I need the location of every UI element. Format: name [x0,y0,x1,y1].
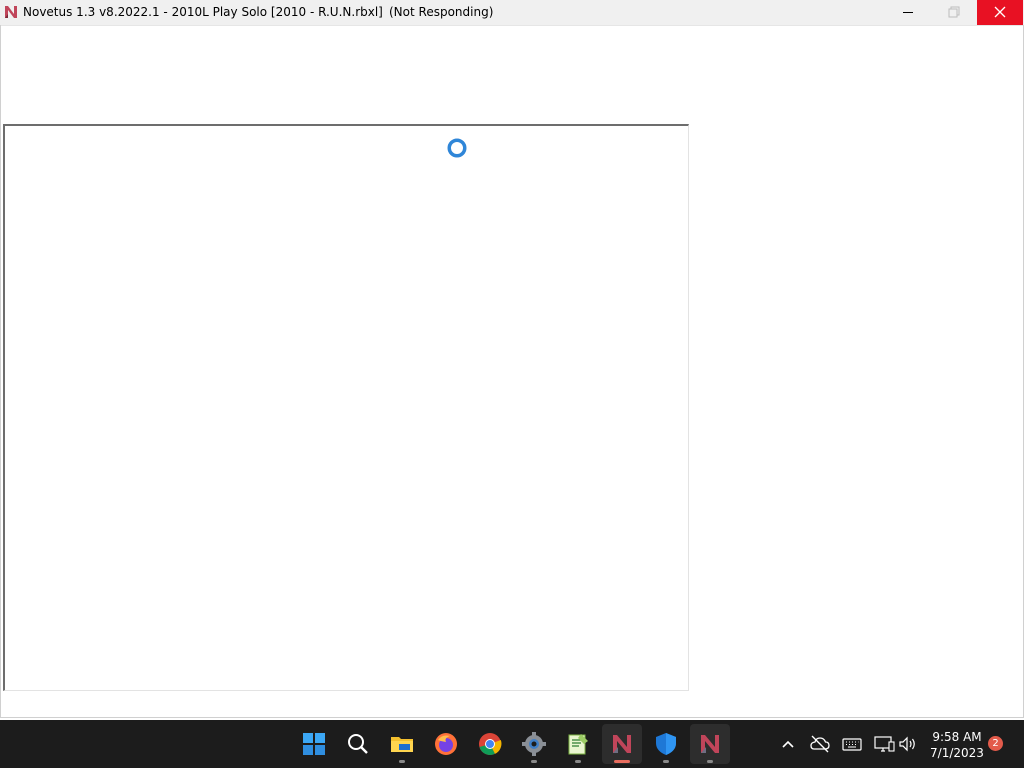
running-indicator [531,760,537,763]
novetus-icon [701,735,719,753]
close-button[interactable] [977,0,1023,25]
window-title: Novetus 1.3 v8.2022.1 - 2010L Play Solo … [23,5,383,19]
chevron-up-icon[interactable] [776,732,800,756]
running-indicator [399,760,405,763]
network-icon[interactable] [872,732,896,756]
maximize-button[interactable] [931,0,977,25]
volume-icon[interactable] [896,732,920,756]
firefox-icon [435,733,457,755]
gear-icon [522,732,546,756]
minimize-button[interactable] [885,0,931,25]
taskbar-novetus-player[interactable] [690,724,730,764]
taskbar [0,720,1024,768]
close-icon [994,6,1006,18]
taskbar-notepadplusplus[interactable] [558,724,598,764]
clock-date[interactable]: 7/1/2023 [925,746,989,760]
active-indicator [614,760,630,763]
running-indicator [707,760,713,763]
windows-start-icon [303,733,325,755]
taskbar-windows-security[interactable] [646,724,686,764]
shield-icon [656,733,676,755]
restore-icon [948,6,960,18]
window-status: (Not Responding) [389,5,494,19]
minimize-icon [903,12,913,13]
clock-time[interactable]: 9:58 AM [925,730,989,744]
start-button[interactable] [294,724,334,764]
search-icon [348,734,368,754]
running-indicator [575,760,581,763]
taskbar-settings[interactable] [514,724,554,764]
notification-badge[interactable]: 2 [988,736,1003,751]
search-button[interactable] [338,724,378,764]
chrome-icon [479,733,502,755]
folder-icon [391,737,413,752]
taskbar-firefox[interactable] [426,724,466,764]
novetus-icon [613,735,631,753]
running-indicator [663,760,669,763]
keyboard-icon[interactable] [840,732,864,756]
cloud-offline-icon[interactable] [808,732,832,756]
taskbar-novetus[interactable] [602,724,642,764]
window-border [0,25,1,718]
taskbar-chrome[interactable] [470,724,510,764]
taskbar-file-explorer[interactable] [382,724,422,764]
busy-cursor-icon [446,137,468,159]
notepad-icon [568,734,588,755]
game-viewport[interactable] [3,124,689,691]
novetus-app-icon [5,6,17,18]
title-bar[interactable]: Novetus 1.3 v8.2022.1 - 2010L Play Solo … [0,0,1024,26]
window-border [0,717,1024,718]
